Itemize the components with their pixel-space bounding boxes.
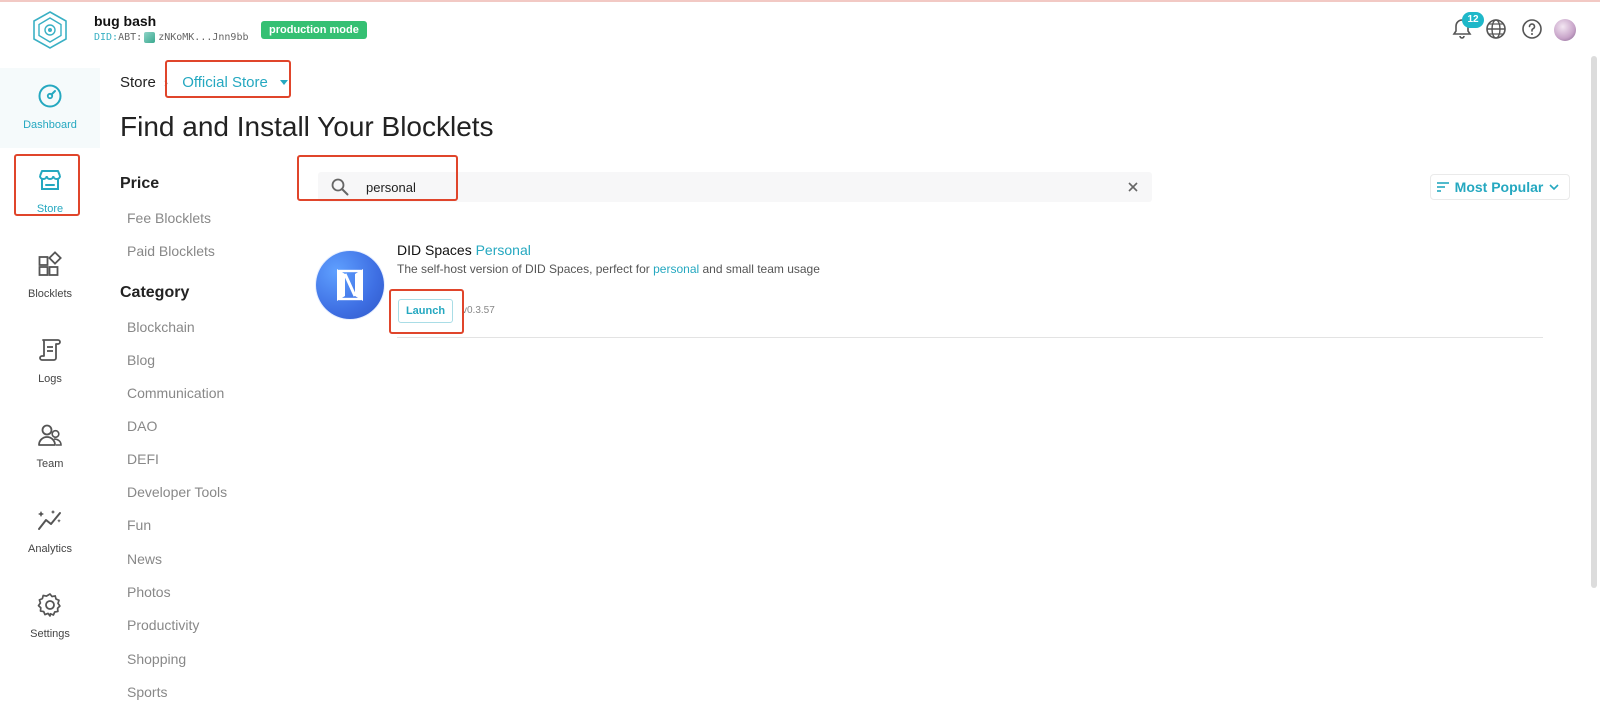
did-spaces-logo-icon: [337, 269, 363, 301]
filter-fee-blocklets[interactable]: Fee Blocklets: [127, 210, 211, 226]
category-shopping[interactable]: Shopping: [127, 651, 186, 667]
analytics-icon: [38, 510, 61, 530]
category-filter-heading: Category: [120, 284, 190, 301]
result-version: v0.3.57: [462, 305, 495, 316]
category-blockchain[interactable]: Blockchain: [127, 319, 195, 335]
search-input[interactable]: [366, 177, 1106, 197]
category-photos[interactable]: Photos: [127, 584, 171, 600]
result-title-highlight: Personal: [475, 242, 531, 258]
did-type: ABT:: [118, 32, 143, 43]
caret-down-icon: [279, 80, 288, 85]
breadcrumb-store[interactable]: Store: [120, 74, 156, 91]
blocklets-icon: [38, 251, 62, 276]
app-header: bug bash DID: ABT: zNKoMK...Jnn9bb produ…: [0, 2, 1600, 56]
sidebar-item-blocklets[interactable]: Blocklets: [0, 237, 100, 317]
did-prefix: DID:: [94, 32, 119, 43]
result-title[interactable]: DID Spaces Personal: [397, 242, 531, 258]
sidebar-item-label: Dashboard: [23, 119, 77, 131]
launch-button[interactable]: Launch: [398, 299, 453, 323]
logs-icon: [39, 339, 61, 361]
breadcrumb-separator: ›: [163, 75, 169, 90]
sidebar-item-label: Analytics: [27, 543, 73, 555]
store-selector-dropdown[interactable]: Official Store: [182, 74, 288, 91]
result-desc-before: The self-host version of DID Spaces, per…: [397, 262, 650, 276]
category-blog[interactable]: Blog: [127, 352, 155, 368]
page-title: Find and Install Your Blocklets: [120, 111, 494, 142]
did-avatar-icon: [144, 32, 156, 43]
sort-label: Most Popular: [1454, 179, 1544, 195]
category-sports[interactable]: Sports: [127, 684, 167, 700]
sidebar-item-dashboard[interactable]: Dashboard: [0, 68, 100, 148]
did-spaces-logo[interactable]: [316, 251, 384, 319]
store-icon: [39, 170, 61, 190]
help-icon[interactable]: [1520, 17, 1544, 41]
result-description: The self-host version of DID Spaces, per…: [397, 262, 820, 276]
category-defi[interactable]: DEFI: [127, 451, 159, 467]
globe-icon[interactable]: [1484, 17, 1508, 41]
notification-count-badge: 12: [1462, 12, 1484, 28]
sidebar-item-analytics[interactable]: Analytics: [0, 492, 100, 572]
filter-paid-blocklets[interactable]: Paid Blocklets: [127, 243, 215, 259]
sidebar-item-logs[interactable]: Logs: [0, 322, 100, 402]
chevron-down-icon: [1549, 183, 1559, 190]
sort-icon: [1436, 182, 1449, 192]
sidebar-item-label: Team: [36, 458, 64, 470]
settings-icon: [37, 593, 61, 617]
category-productivity[interactable]: Productivity: [127, 617, 199, 633]
result-desc-after: and small team usage: [702, 262, 820, 276]
category-dao[interactable]: DAO: [127, 418, 157, 434]
category-communication[interactable]: Communication: [127, 385, 224, 401]
sidebar-item-settings[interactable]: Settings: [0, 577, 100, 657]
sort-dropdown-button[interactable]: Most Popular: [1430, 174, 1570, 200]
did-address[interactable]: DID: ABT: zNKoMK...Jnn9bb: [94, 32, 249, 43]
sidebar-item-team[interactable]: Team: [0, 407, 100, 487]
app-logo-icon[interactable]: [30, 10, 70, 50]
close-icon[interactable]: [1126, 180, 1140, 194]
sidebar-item-label: Logs: [38, 373, 62, 385]
result-divider: [397, 337, 1543, 338]
sidebar-item-store[interactable]: Store: [0, 152, 100, 232]
production-mode-badge: production mode: [261, 21, 367, 39]
sidebar: Dashboard Store Blocklets Logs Team Anal…: [0, 56, 100, 709]
category-fun[interactable]: Fun: [127, 517, 151, 533]
sidebar-item-label: Store: [36, 203, 64, 215]
category-news[interactable]: News: [127, 551, 162, 567]
team-icon: [38, 424, 62, 446]
breadcrumb: Store › Official Store: [120, 74, 288, 91]
page-scrollbar-thumb[interactable]: [1591, 56, 1597, 588]
dashboard-icon: [38, 84, 62, 108]
user-avatar[interactable]: [1554, 19, 1576, 41]
did-value: zNKoMK...Jnn9bb: [158, 32, 249, 43]
store-selector-label: Official Store: [182, 74, 268, 91]
search-icon: [331, 178, 349, 196]
app-title: bug bash: [94, 13, 157, 29]
result-title-main: DID Spaces: [397, 242, 472, 258]
sidebar-item-label: Blocklets: [27, 288, 73, 300]
category-developer-tools[interactable]: Developer Tools: [127, 484, 227, 500]
result-desc-highlight: personal: [653, 262, 700, 276]
price-filter-heading: Price: [120, 175, 160, 192]
sidebar-item-label: Settings: [30, 628, 70, 640]
